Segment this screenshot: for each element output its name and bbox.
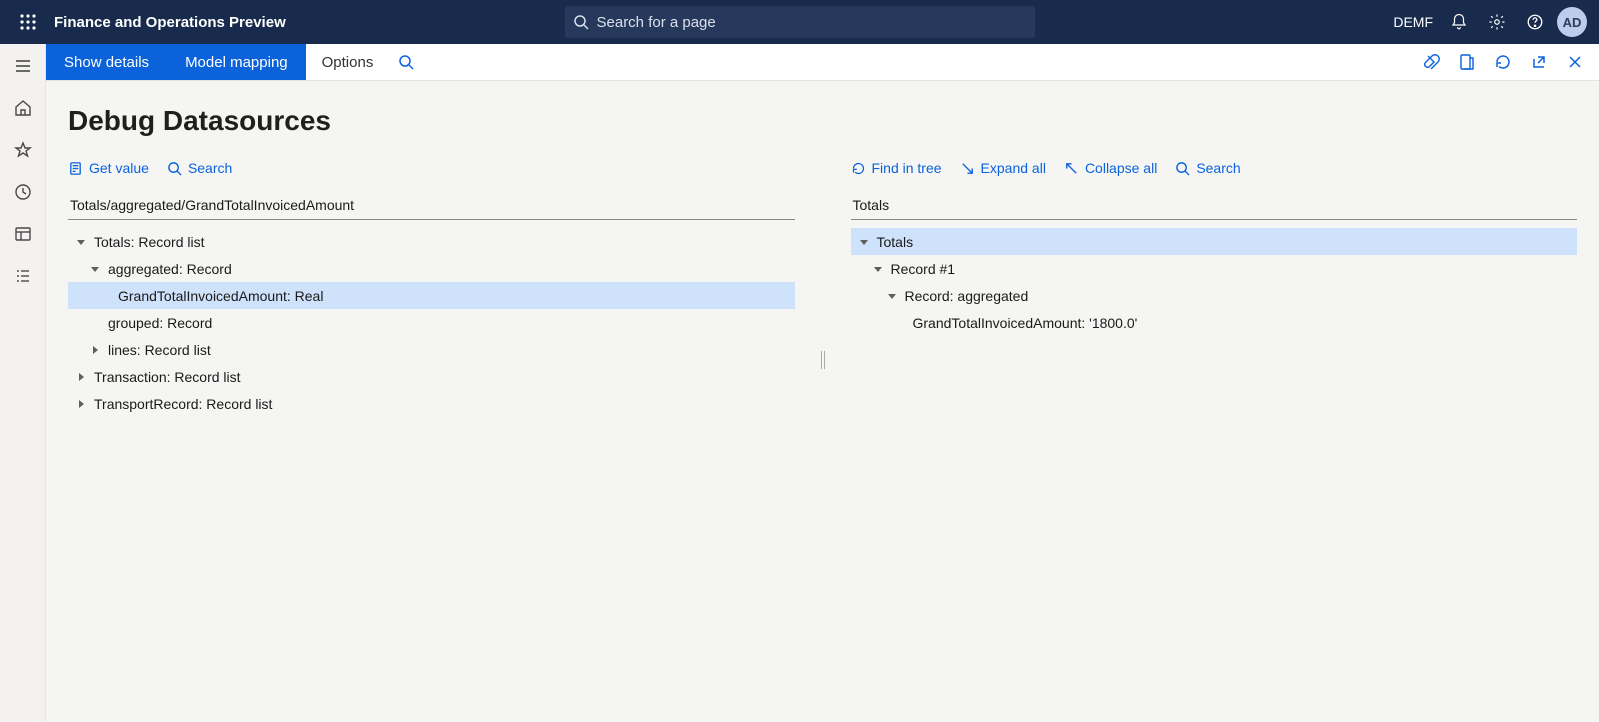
work-area: Show details Model mapping Options Debug… — [46, 44, 1599, 722]
chevron-right-icon[interactable] — [74, 397, 88, 411]
tree-node-lines[interactable]: lines: Record list — [68, 336, 795, 363]
tree-label: lines: Record list — [108, 342, 211, 358]
app-launcher-icon[interactable] — [12, 6, 44, 38]
right-tree: Totals Record #1 Record: aggregated — [851, 228, 1578, 336]
get-value-button[interactable]: Get value — [68, 160, 149, 176]
panel-splitter[interactable] — [819, 151, 827, 417]
attachments-icon[interactable] — [1415, 46, 1447, 78]
tree-label: grouped: Record — [108, 315, 212, 331]
tree-node-transportrecord[interactable]: TransportRecord: Record list — [68, 390, 795, 417]
left-path[interactable]: Totals/aggregated/GrandTotalInvoicedAmou… — [68, 191, 795, 220]
left-search-label: Search — [188, 160, 232, 176]
tree-label: Transaction: Record list — [94, 369, 241, 385]
chevron-down-icon[interactable] — [857, 235, 871, 249]
action-show-details[interactable]: Show details — [46, 44, 167, 80]
global-search[interactable]: Search for a page — [565, 6, 1035, 38]
popout-icon[interactable] — [1523, 46, 1555, 78]
tree-node-grandtotal[interactable]: GrandTotalInvoicedAmount: Real — [68, 282, 795, 309]
result-node-record1[interactable]: Record #1 — [851, 255, 1578, 282]
chevron-down-icon[interactable] — [885, 289, 899, 303]
chevron-right-icon[interactable] — [88, 343, 102, 357]
help-icon[interactable] — [1519, 6, 1551, 38]
close-icon[interactable] — [1559, 46, 1591, 78]
page-options-icon[interactable] — [1451, 46, 1483, 78]
find-in-tree-label: Find in tree — [872, 160, 942, 176]
tree-label: Record #1 — [891, 261, 956, 277]
result-tree-panel: Find in tree Expand all Collapse all — [851, 151, 1578, 417]
result-node-totals[interactable]: Totals — [851, 228, 1578, 255]
chevron-down-icon[interactable] — [74, 235, 88, 249]
header-right: DEMF AD — [1393, 6, 1587, 38]
action-bar: Show details Model mapping Options — [46, 44, 1599, 81]
right-search-label: Search — [1196, 160, 1240, 176]
settings-icon[interactable] — [1481, 6, 1513, 38]
tree-label: Totals — [877, 234, 914, 250]
right-search-button[interactable]: Search — [1175, 160, 1240, 176]
nav-modules-icon[interactable] — [3, 258, 43, 294]
tree-label: Record: aggregated — [905, 288, 1029, 304]
tree-label: TransportRecord: Record list — [94, 396, 272, 412]
nav-home-icon[interactable] — [3, 90, 43, 126]
nav-recent-icon[interactable] — [3, 174, 43, 210]
action-options[interactable]: Options — [306, 44, 390, 80]
action-search-icon[interactable] — [389, 54, 423, 70]
refresh-icon[interactable] — [1487, 46, 1519, 78]
tree-label: GrandTotalInvoicedAmount: Real — [118, 288, 323, 304]
datasource-tree-panel: Get value Search Totals/aggregated/Grand… — [68, 151, 795, 417]
app-title: Finance and Operations Preview — [54, 14, 286, 31]
search-icon — [565, 14, 597, 30]
left-tree: Totals: Record list aggregated: Record G… — [68, 228, 795, 417]
user-avatar[interactable]: AD — [1557, 7, 1587, 37]
result-node-amount[interactable]: GrandTotalInvoicedAmount: '1800.0' — [851, 309, 1578, 336]
nav-favorites-icon[interactable] — [3, 132, 43, 168]
chevron-down-icon[interactable] — [88, 262, 102, 276]
nav-rail — [0, 44, 46, 722]
collapse-all-label: Collapse all — [1085, 160, 1157, 176]
global-header: Finance and Operations Preview Search fo… — [0, 0, 1599, 44]
chevron-down-icon[interactable] — [871, 262, 885, 276]
chevron-right-icon[interactable] — [74, 370, 88, 384]
tree-node-totals[interactable]: Totals: Record list — [68, 228, 795, 255]
nav-workspaces-icon[interactable] — [3, 216, 43, 252]
expand-all-label: Expand all — [981, 160, 1046, 176]
company-code[interactable]: DEMF — [1393, 14, 1433, 30]
page-title: Debug Datasources — [68, 105, 1577, 137]
tree-label: aggregated: Record — [108, 261, 232, 277]
collapse-all-button[interactable]: Collapse all — [1064, 160, 1157, 176]
tree-node-transaction[interactable]: Transaction: Record list — [68, 363, 795, 390]
tree-node-aggregated[interactable]: aggregated: Record — [68, 255, 795, 282]
tree-label: GrandTotalInvoicedAmount: '1800.0' — [913, 315, 1138, 331]
global-search-placeholder: Search for a page — [597, 14, 716, 31]
right-path[interactable]: Totals — [851, 191, 1578, 220]
get-value-label: Get value — [89, 160, 149, 176]
action-model-mapping[interactable]: Model mapping — [167, 44, 306, 80]
tree-label: Totals: Record list — [94, 234, 204, 250]
notifications-icon[interactable] — [1443, 6, 1475, 38]
result-node-aggregated[interactable]: Record: aggregated — [851, 282, 1578, 309]
action-bar-right — [1415, 46, 1591, 78]
expand-all-button[interactable]: Expand all — [960, 160, 1046, 176]
find-in-tree-button[interactable]: Find in tree — [851, 160, 942, 176]
nav-hamburger-icon[interactable] — [3, 48, 43, 84]
left-search-button[interactable]: Search — [167, 160, 232, 176]
tree-node-grouped[interactable]: grouped: Record — [68, 309, 795, 336]
